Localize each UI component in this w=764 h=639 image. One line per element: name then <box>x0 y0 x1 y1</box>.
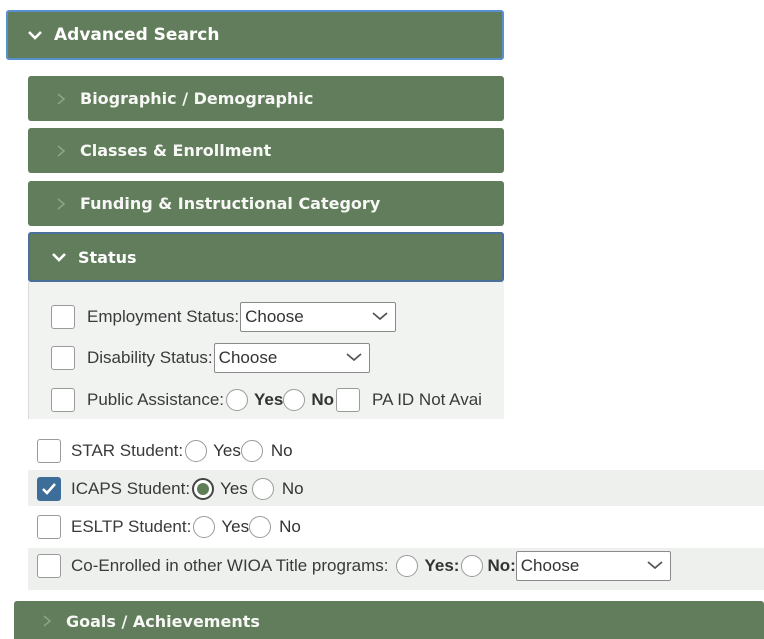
chevron-down-icon <box>24 24 46 46</box>
pa-id-label: PA ID Not Avai <box>372 390 482 409</box>
section-biographic-label: Biographic / Demographic <box>80 89 314 108</box>
radio-selected-dot <box>197 483 210 495</box>
star-yes-label: Yes <box>213 441 241 460</box>
section-funding-label: Funding & Instructional Category <box>80 194 381 213</box>
star-yes-radio[interactable] <box>185 440 208 462</box>
disability-status-checkbox[interactable] <box>51 346 75 370</box>
employment-status-value: Choose <box>245 307 304 326</box>
pa-id-checkbox[interactable] <box>336 388 360 412</box>
employment-status-select[interactable]: Choose <box>240 302 397 332</box>
chevron-down-icon <box>345 348 363 368</box>
disability-status-label: Disability Status: <box>87 348 213 367</box>
esltp-yes-radio[interactable] <box>193 516 216 538</box>
section-classes-label: Classes & Enrollment <box>80 141 272 160</box>
advanced-search-label: Advanced Search <box>54 25 220 45</box>
section-classes[interactable]: Classes & Enrollment <box>28 128 504 173</box>
icaps-student-row: ICAPS Student: Yes No <box>37 477 304 501</box>
public-assistance-checkbox[interactable] <box>51 388 75 412</box>
disability-status-row: Disability Status: Choose <box>51 343 370 373</box>
section-status[interactable]: Status <box>28 232 504 282</box>
esltp-no-label: No <box>279 517 301 536</box>
star-student-checkbox[interactable] <box>37 439 61 463</box>
chevron-right-icon <box>50 193 72 215</box>
advanced-search-header[interactable]: Advanced Search <box>6 10 504 60</box>
section-biographic[interactable]: Biographic / Demographic <box>28 76 504 121</box>
star-no-radio[interactable] <box>240 440 263 462</box>
public-assistance-yes-radio[interactable] <box>226 389 249 411</box>
public-assistance-yes-label: Yes <box>254 390 284 409</box>
esltp-student-row: ESLTP Student: Yes No <box>37 515 301 539</box>
chevron-down-icon <box>371 307 389 327</box>
disability-status-value: Choose <box>218 348 278 367</box>
icaps-yes-label: Yes <box>220 479 248 498</box>
disability-status-select[interactable]: Choose <box>213 343 370 373</box>
public-assistance-row: Public Assistance: Yes No PA ID Not Avai <box>51 388 482 412</box>
employment-status-label: Employment Status: <box>87 307 240 326</box>
star-student-label: STAR Student: <box>71 441 184 460</box>
coenrolled-yes-radio[interactable] <box>396 555 419 577</box>
esltp-student-checkbox[interactable] <box>37 515 61 539</box>
public-assistance-no-label: No <box>311 390 334 409</box>
icaps-yes-radio[interactable] <box>192 478 215 500</box>
icaps-no-label: No <box>281 479 304 498</box>
employment-status-row: Employment Status: Choose <box>51 302 397 332</box>
public-assistance-label: Public Assistance: <box>87 390 225 409</box>
chevron-right-icon <box>50 88 72 110</box>
chevron-down-icon <box>646 556 664 576</box>
chevron-down-icon <box>48 246 70 268</box>
icaps-no-radio[interactable] <box>251 478 274 500</box>
public-assistance-no-radio[interactable] <box>283 389 306 411</box>
esltp-no-radio[interactable] <box>249 516 272 538</box>
coenrolled-select-value: Choose <box>520 556 580 575</box>
star-student-row: STAR Student: Yes No <box>37 439 293 463</box>
coenrolled-no-label: No: <box>487 556 516 575</box>
star-no-label: No <box>270 441 293 460</box>
chevron-right-icon <box>50 140 72 162</box>
chevron-right-icon <box>36 610 58 632</box>
section-status-label: Status <box>78 247 137 267</box>
section-funding[interactable]: Funding & Instructional Category <box>28 181 504 226</box>
coenrolled-yes-label: Yes: <box>424 556 460 575</box>
check-icon <box>42 483 56 495</box>
coenrolled-row: Co-Enrolled in other WIOA Title programs… <box>37 551 671 581</box>
esltp-student-label: ESLTP Student: <box>71 517 192 536</box>
coenrolled-checkbox[interactable] <box>37 554 61 578</box>
section-goals-label: Goals / Achievements <box>66 611 260 631</box>
icaps-student-checkbox[interactable] <box>37 477 61 501</box>
section-goals[interactable]: Goals / Achievements <box>14 601 764 639</box>
coenrolled-select[interactable]: Choose <box>515 551 671 581</box>
icaps-student-label: ICAPS Student: <box>71 479 191 498</box>
employment-status-checkbox[interactable] <box>51 305 75 329</box>
status-panel: Employment Status: Choose Disability Sta… <box>28 282 504 419</box>
esltp-yes-label: Yes <box>221 517 250 536</box>
coenrolled-no-radio[interactable] <box>461 555 484 577</box>
coenrolled-label: Co-Enrolled in other WIOA Title programs… <box>71 556 389 575</box>
